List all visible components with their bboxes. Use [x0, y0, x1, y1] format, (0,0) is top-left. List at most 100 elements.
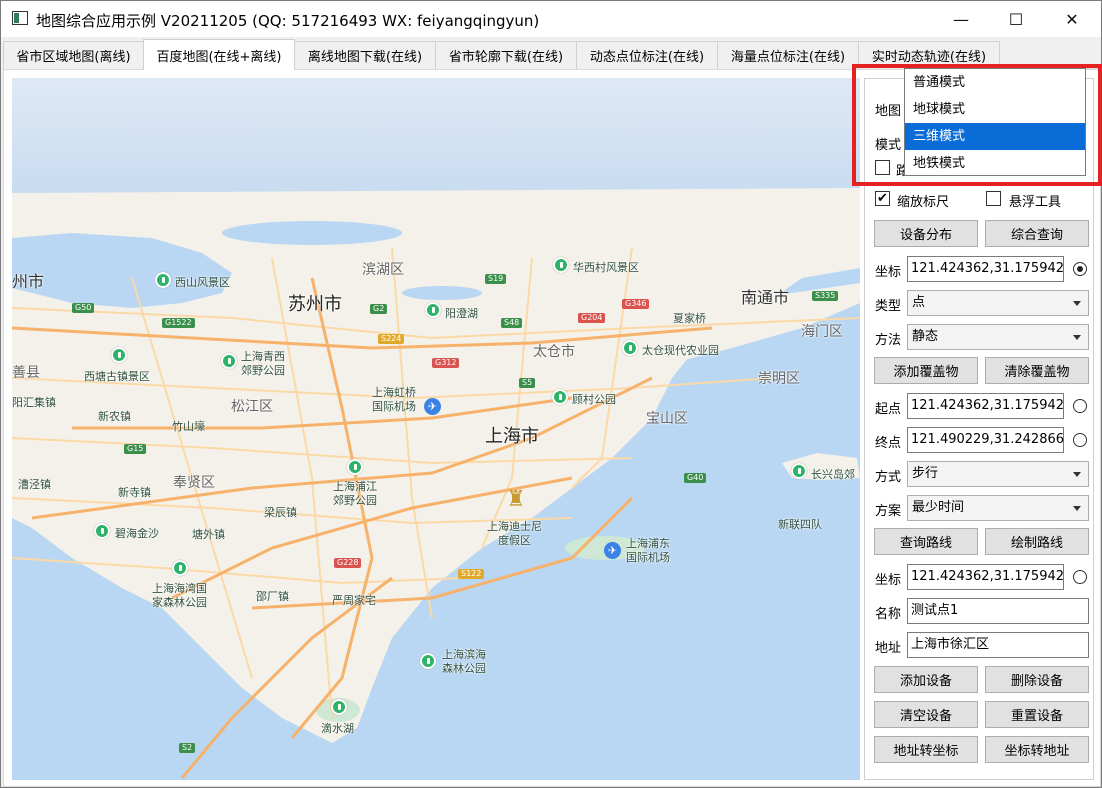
coord2-input[interactable]: 121.424362,31.175942 [907, 564, 1064, 590]
type-select[interactable]: 点 [907, 290, 1089, 316]
map-view[interactable]: 州市 滨湖区 西山风景区 华西村风景区 南通市 苏州市 阳澄湖 海门区 夏家桥 … [12, 78, 860, 780]
draw-route-button[interactable]: 绘制路线 [985, 528, 1089, 555]
start-radio[interactable] [1073, 399, 1087, 413]
mode-label: 模式 [875, 138, 902, 153]
tab-realtime-track[interactable]: 实时动态轨迹(在线) [858, 41, 1000, 69]
app-icon [12, 11, 28, 25]
address-input[interactable]: 上海市徐汇区 [907, 632, 1089, 658]
close-button[interactable]: ✕ [1043, 1, 1101, 37]
park-icon [347, 459, 363, 475]
way-label: 方式 [875, 470, 902, 485]
road-shield-g346: G346 [622, 299, 650, 309]
chevron-down-icon [1073, 506, 1081, 511]
tab-province-offline[interactable]: 省市区域地图(离线) [3, 41, 144, 69]
name-input[interactable]: 测试点1 [907, 598, 1089, 624]
chevron-down-icon [1073, 301, 1081, 306]
map-label-yanzhou: 严周家宅 [332, 594, 376, 607]
tab-offline-download[interactable]: 离线地图下载(在线) [294, 41, 436, 69]
maximize-button[interactable]: ☐ [987, 1, 1045, 37]
map-label-nantong: 南通市 [741, 288, 790, 307]
plan-select[interactable]: 最少时间 [907, 495, 1089, 521]
map-label-haiwan: 上海海湾国 家森林公园 [152, 582, 207, 609]
scale-label: 缩放标尺 [897, 195, 950, 210]
clear-device-button[interactable]: 清空设备 [874, 701, 978, 728]
tab-mass-points[interactable]: 海量点位标注(在线) [717, 41, 859, 69]
map-label-bihai: 碧海金沙 [115, 527, 159, 540]
road-shield-s19: S19 [485, 274, 507, 284]
map-label-zhou: 州市 [12, 272, 45, 291]
plan-label: 方案 [875, 504, 902, 519]
add-device-button[interactable]: 添加设备 [874, 666, 978, 693]
route-checkbox[interactable] [875, 160, 890, 175]
tab-baidu-map[interactable]: 百度地图(在线+离线) [143, 39, 295, 70]
map-label-huaxicun: 华西村风景区 [573, 261, 639, 274]
map-label-yangji: 阳汇集镇 [12, 396, 56, 409]
map-label-pujiang: 上海浦江 郊野公园 [333, 480, 377, 507]
map-label-changxing: 长兴岛郊 [811, 468, 855, 481]
map-label-shanxian: 善县 [12, 365, 40, 381]
query-all-button[interactable]: 综合查询 [985, 220, 1089, 247]
tab-outline-download[interactable]: 省市轮廓下载(在线) [435, 41, 577, 69]
coord-radio[interactable] [1073, 262, 1087, 276]
minimize-button[interactable]: — [932, 1, 990, 37]
clear-overlay-button[interactable]: 清除覆盖物 [985, 357, 1089, 384]
road-shield-g1522: G1522 [162, 318, 195, 328]
reset-device-button[interactable]: 重置设备 [985, 701, 1089, 728]
park-icon [425, 302, 441, 318]
coord2-radio[interactable] [1073, 570, 1087, 584]
coord2-label: 坐标 [875, 573, 902, 588]
tab-dynamic-points[interactable]: 动态点位标注(在线) [576, 41, 718, 69]
type-select-value: 点 [912, 295, 926, 310]
park-icon [221, 353, 237, 369]
dropdown-item-earth[interactable]: 地球模式 [905, 96, 1085, 123]
device-distribution-button[interactable]: 设备分布 [874, 220, 978, 247]
address-label: 地址 [875, 641, 902, 656]
query-route-button[interactable]: 查询路线 [874, 528, 978, 555]
app-window: 地图综合应用示例 V20211205 (QQ: 517216493 WX: fe… [0, 0, 1102, 788]
title-bar: 地图综合应用示例 V20211205 (QQ: 517216493 WX: fe… [1, 1, 1101, 37]
window-title: 地图综合应用示例 V20211205 (QQ: 517216493 WX: fe… [36, 12, 540, 30]
float-tool-checkbox[interactable] [986, 191, 1001, 206]
dropdown-item-normal[interactable]: 普通模式 [905, 69, 1085, 96]
delete-device-button[interactable]: 删除设备 [985, 666, 1089, 693]
park-icon [553, 257, 569, 273]
coord-input[interactable]: 121.424362,31.175942 [907, 256, 1064, 282]
map-label-fengxian: 奉贤区 [173, 475, 215, 491]
map-label-zhulin: 竹山壕 [172, 420, 205, 433]
coord-label: 坐标 [875, 265, 902, 280]
map-label-tangwai: 塘外镇 [192, 528, 225, 541]
method-select[interactable]: 静态 [907, 324, 1089, 350]
add-overlay-button[interactable]: 添加覆盖物 [874, 357, 978, 384]
dropdown-item-metro[interactable]: 地铁模式 [905, 150, 1085, 177]
way-select[interactable]: 步行 [907, 461, 1089, 487]
road-shield-g2: G2 [370, 304, 388, 314]
end-input[interactable]: 121.490229,31.242866 [907, 427, 1064, 453]
map-label-xitang: 西塘古镇景区 [84, 370, 150, 383]
method-label: 方法 [875, 333, 902, 348]
name-label: 名称 [875, 607, 902, 622]
road-shield-s2: S2 [179, 743, 196, 753]
road-shield-s335: S335 [812, 291, 839, 301]
map-label-binhu: 滨湖区 [362, 262, 404, 278]
float-tool-label: 悬浮工具 [1009, 195, 1062, 210]
chevron-down-icon [1073, 472, 1081, 477]
end-radio[interactable] [1073, 433, 1087, 447]
map-canvas [12, 78, 860, 780]
start-input[interactable]: 121.424362,31.175942 [907, 393, 1064, 419]
map-label-disney: 上海迪士尼 度假区 [487, 520, 542, 547]
scale-checkbox[interactable]: ✔ [875, 191, 890, 206]
chevron-down-icon [1073, 335, 1081, 340]
park-icon [172, 560, 188, 576]
address-to-coord-button[interactable]: 地址转坐标 [874, 736, 978, 763]
map-label-chongming: 崇明区 [758, 371, 800, 387]
road-shield-s224: S224 [378, 334, 405, 344]
dropdown-item-3d[interactable]: 三维模式 [905, 123, 1085, 150]
park-icon [331, 699, 347, 715]
method-select-value: 静态 [912, 329, 939, 344]
map-label-taicang: 太仓市 [533, 344, 575, 360]
way-select-value: 步行 [912, 466, 939, 481]
airport-icon: ✈ [424, 398, 441, 415]
map-label-dishui: 滴水湖 [321, 722, 354, 735]
coord-to-address-button[interactable]: 坐标转地址 [985, 736, 1089, 763]
map-label-shanghai: 上海市 [485, 426, 539, 447]
